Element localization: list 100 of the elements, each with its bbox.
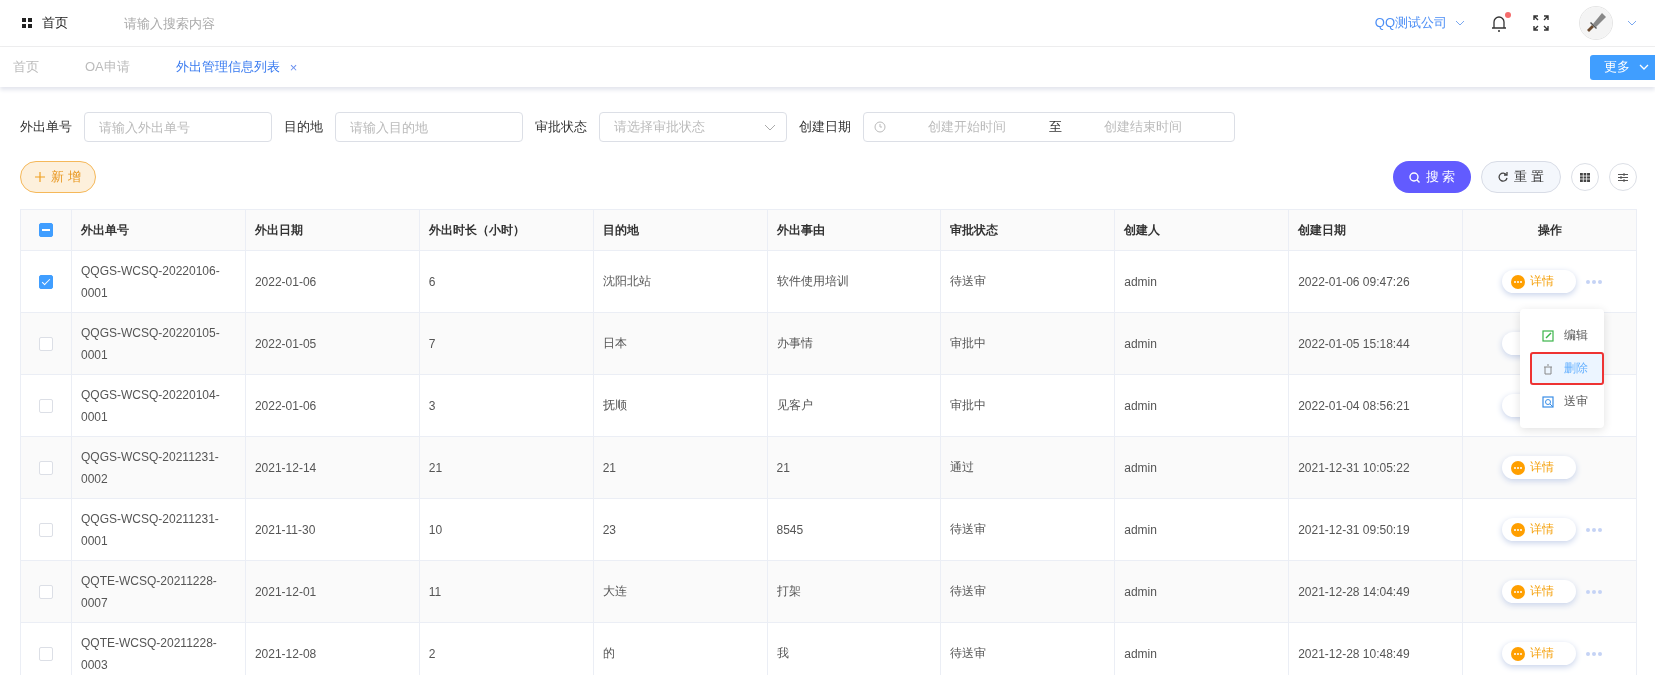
table-cell: 2021-12-14 xyxy=(254,460,317,475)
table-cell: admin xyxy=(1124,646,1157,661)
table-cell: 待送审 xyxy=(950,646,987,660)
table-cell: 2022-01-06 xyxy=(254,398,317,413)
column-header: 创建日期 xyxy=(1288,209,1463,251)
tab[interactable]: OA申请 xyxy=(85,58,130,76)
table-cell: 日本 xyxy=(602,336,627,350)
table-cell: 23 xyxy=(602,522,616,537)
more-button[interactable]: 更多 xyxy=(1590,54,1655,80)
table-cell: 审批中 xyxy=(950,398,987,412)
document-search-icon xyxy=(1542,395,1554,408)
table-cell: 8545 xyxy=(776,522,804,537)
table-cell: QQGS-WCSQ-20211231-0001 xyxy=(81,511,219,548)
table-cell: admin xyxy=(1124,336,1157,351)
table-cell: 21 xyxy=(602,460,616,475)
table-cell: 21 xyxy=(776,460,790,475)
ellipsis-icon[interactable] xyxy=(1586,589,1602,594)
table-cell: 2021-12-31 09:50:19 xyxy=(1298,522,1410,537)
table-cell: 7 xyxy=(428,336,436,351)
table-cell: QQGS-WCSQ-20220105-0001 xyxy=(81,325,220,362)
select-field[interactable]: 请选择审批状态 xyxy=(599,112,787,142)
field-label: 目的地 xyxy=(284,118,323,136)
detail-button[interactable]: 详情 xyxy=(1502,642,1576,665)
table-cell: 抚顺 xyxy=(602,398,627,412)
table-cell: 通过 xyxy=(950,460,975,474)
date-range-field[interactable]: 创建开始时间 至 创建结束时间 xyxy=(863,112,1235,142)
table-cell: 11 xyxy=(428,584,442,599)
add-button[interactable]: 新 增 xyxy=(20,161,96,193)
grid-icon xyxy=(22,18,32,28)
menu-item[interactable]: 编辑 xyxy=(1520,319,1604,352)
home-link[interactable]: 首页 xyxy=(22,14,68,32)
table-cell: 2021-12-28 14:04:49 xyxy=(1298,584,1410,599)
column-header: 外出单号 xyxy=(71,209,246,251)
checkbox[interactable] xyxy=(39,274,53,289)
trash-icon xyxy=(1542,362,1554,375)
search-icon xyxy=(1408,171,1420,183)
input-field[interactable]: 请输入目的地 xyxy=(335,112,523,142)
table-cell: 2022-01-05 15:18:44 xyxy=(1298,336,1410,351)
sliders-icon xyxy=(1618,172,1628,182)
chevron-down-icon xyxy=(1627,20,1637,26)
table-cell: 6 xyxy=(428,274,436,289)
company-selector[interactable]: QQ测试公司 xyxy=(1374,14,1465,32)
fullscreen-icon xyxy=(1533,15,1549,31)
columns-button[interactable] xyxy=(1571,163,1599,191)
table-cell: 3 xyxy=(428,398,436,413)
filter-settings-button[interactable] xyxy=(1609,163,1637,191)
close-icon[interactable]: × xyxy=(289,59,298,75)
more-circle-icon xyxy=(1511,460,1525,475)
input-field[interactable]: 请输入外出单号 xyxy=(84,112,272,142)
tab[interactable]: 首页 xyxy=(13,58,39,76)
table-cell: 2021-12-08 xyxy=(254,646,317,661)
column-header: 创建人 xyxy=(1114,209,1289,251)
edit-icon xyxy=(1542,329,1554,342)
table-cell: admin xyxy=(1124,398,1157,413)
field-label: 外出单号 xyxy=(20,118,72,136)
table-cell: QQGS-WCSQ-20220106-0001 xyxy=(81,263,220,300)
more-circle-icon xyxy=(1511,274,1525,289)
column-header: 外出事由 xyxy=(767,209,941,251)
tab[interactable]: 外出管理信息列表 xyxy=(175,58,280,76)
table-cell: 见客户 xyxy=(776,398,813,412)
table-cell: 2 xyxy=(428,646,436,661)
chevron-down-icon xyxy=(1455,20,1465,26)
detail-button[interactable]: 详情 xyxy=(1502,518,1576,541)
table-cell: QQTE-WCSQ-20211228-0003 xyxy=(81,635,217,672)
table-cell: 10 xyxy=(428,522,443,537)
ellipsis-icon[interactable] xyxy=(1586,651,1602,656)
ellipsis-icon[interactable] xyxy=(1586,527,1602,532)
column-header: 审批状态 xyxy=(940,209,1115,251)
refresh-icon xyxy=(1498,172,1509,182)
table-cell: 2021-12-01 xyxy=(254,584,317,599)
field-label: 创建日期 xyxy=(799,118,851,136)
more-circle-icon xyxy=(1511,522,1525,537)
table-cell: 待送审 xyxy=(950,522,987,536)
chevron-down-icon xyxy=(764,123,776,131)
table-cell: 我 xyxy=(776,646,789,660)
table-cell: admin xyxy=(1124,274,1157,289)
reset-button[interactable]: 重 置 xyxy=(1481,161,1561,193)
table-cell: 2021-11-30 xyxy=(254,522,316,537)
chevron-down-icon xyxy=(1639,64,1649,70)
table-cell: 2022-01-06 09:47:26 xyxy=(1298,274,1410,289)
table-cell: QQGS-WCSQ-20211231-0002 xyxy=(81,449,219,486)
more-circle-icon xyxy=(1511,584,1525,599)
table-cell: 2021-12-31 10:05:22 xyxy=(1298,460,1410,475)
table-cell: 待送审 xyxy=(950,584,987,598)
grid-icon xyxy=(1580,172,1590,182)
ellipsis-icon[interactable] xyxy=(1586,279,1602,284)
table-cell: QQTE-WCSQ-20211228-0007 xyxy=(81,573,217,610)
table-cell: 21 xyxy=(428,460,443,475)
search-button[interactable]: 搜 索 xyxy=(1392,161,1472,193)
column-header: 外出时长（小时） xyxy=(419,209,594,251)
menu-item[interactable]: 删除 xyxy=(1530,352,1604,385)
clock-icon xyxy=(874,121,886,133)
detail-button[interactable]: 详情 xyxy=(1502,456,1576,479)
detail-button[interactable]: 详情 xyxy=(1502,580,1576,603)
checkbox[interactable] xyxy=(39,223,53,238)
table-cell: 软件使用培训 xyxy=(776,274,849,288)
table-cell: admin xyxy=(1124,460,1157,475)
table-cell: 的 xyxy=(602,646,615,660)
detail-button[interactable]: 详情 xyxy=(1502,270,1576,293)
column-header: 操作 xyxy=(1462,209,1637,251)
